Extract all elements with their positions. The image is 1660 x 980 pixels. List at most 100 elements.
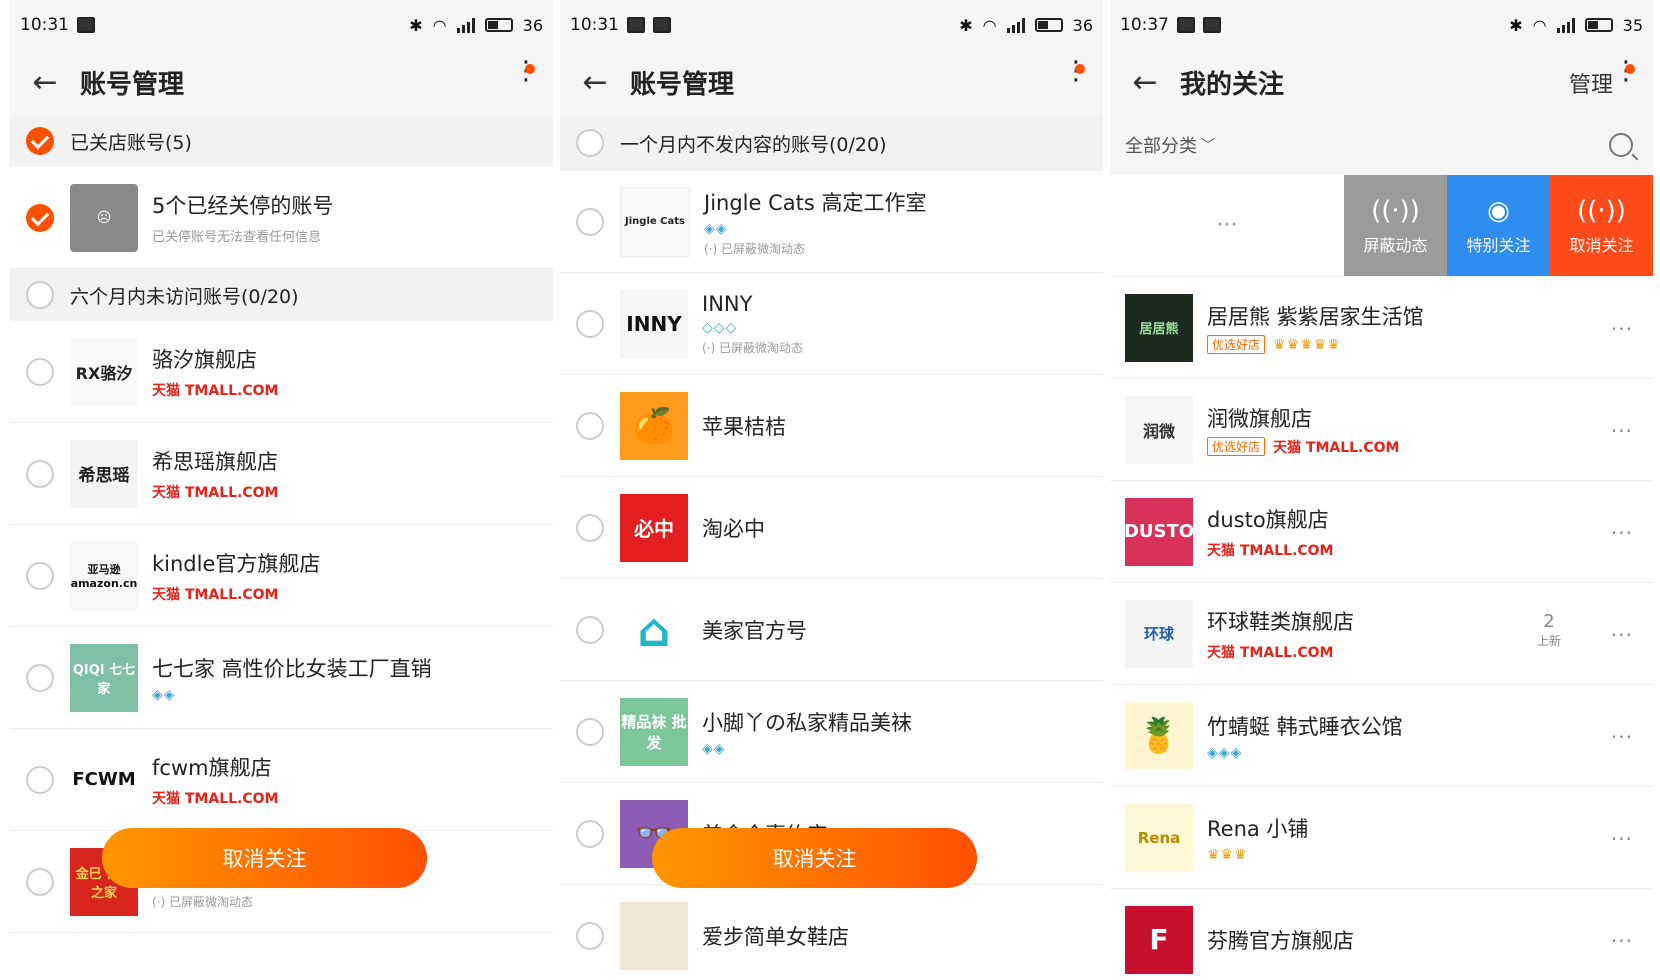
- shop-name: 苹果桔桔: [702, 414, 786, 439]
- block-updates-button[interactable]: ((·)) 屏蔽动态: [1344, 175, 1447, 276]
- row-checkbox[interactable]: [26, 459, 54, 488]
- shop-name: 竹蜻蜓 韩式睡衣公馆: [1207, 714, 1403, 739]
- group-inactive-accounts[interactable]: 六个月内未访问账号(0/20): [10, 269, 553, 321]
- tmall-badge: 天猫 TMALL.COM: [152, 790, 279, 807]
- list-item[interactable]: Jingle Cats Jingle Cats 高定工作室 ◈◈ (·) 已屏蔽微淘…: [560, 171, 1103, 273]
- row-more-icon[interactable]: ···: [1611, 317, 1633, 341]
- manage-button[interactable]: 管理: [1569, 67, 1613, 99]
- unfollow-action-button[interactable]: ((·)) 取消关注: [1550, 175, 1653, 276]
- list-item[interactable]: 亚马逊 amazon.cn kindle官方旗舰店 天猫 TMALL.COM: [10, 525, 553, 627]
- action-label: 取消关注: [1569, 235, 1634, 255]
- row-checkbox[interactable]: [26, 867, 54, 896]
- diamond-badges: ◈◈: [152, 686, 176, 703]
- list-item[interactable]: 居居熊 居居熊 紫紫居家生活馆 优选好店 ♛♛♛♛♛ ···: [1110, 277, 1653, 379]
- list-item[interactable]: 润微 润微旗舰店 优选好店 天猫 TMALL.COM ···: [1110, 379, 1653, 481]
- page-title: 账号管理: [630, 70, 735, 100]
- list-item[interactable]: 🍍 竹蜻蜓 韩式睡衣公馆 ◈◈◈ ···: [1110, 685, 1653, 787]
- shop-logo: Rena: [1125, 803, 1193, 872]
- row-checkbox[interactable]: [576, 309, 604, 338]
- list-item[interactable]: F 芬腾官方旗舰店 ···: [1110, 889, 1653, 975]
- crown-badges: ♛♛♛♛♛: [1273, 336, 1341, 353]
- shop-name: 淘必中: [702, 516, 765, 541]
- list-item[interactable]: 环球 环球鞋类旗舰店 天猫 TMALL.COM 2 上新 ···: [1110, 583, 1653, 685]
- group-checkbox[interactable]: [26, 127, 54, 155]
- shop-name: 居居熊 紫紫居家生活馆: [1207, 305, 1424, 329]
- row-checkbox[interactable]: [26, 561, 54, 590]
- shop-name: 环球鞋类旗舰店: [1207, 609, 1354, 634]
- row-checkbox[interactable]: [576, 819, 604, 848]
- action-label: 屏蔽动态: [1363, 235, 1428, 255]
- row-more-icon[interactable]: ···: [1611, 419, 1633, 443]
- shop-name: dusto旗舰店: [1207, 507, 1329, 532]
- row-checkbox[interactable]: [576, 513, 604, 542]
- row-checkbox[interactable]: [576, 615, 604, 644]
- row-checkbox[interactable]: [576, 411, 604, 440]
- special-follow-button[interactable]: ◉ 特别关注: [1447, 175, 1550, 276]
- group-no-content-accounts[interactable]: 一个月内不发内容的账号(0/20): [560, 115, 1103, 171]
- list-item[interactable]: Rena Rena 小铺 ♛♛♛ ···: [1110, 787, 1653, 889]
- shop-logo: 居居熊: [1125, 293, 1193, 362]
- row-checkbox[interactable]: [26, 357, 54, 386]
- status-time: 10:37: [1120, 15, 1169, 35]
- list-item[interactable]: RX骆汐 骆汐旗舰店 天猫 TMALL.COM: [10, 321, 553, 423]
- shop-logo: QIQI 七七家: [70, 643, 138, 712]
- back-arrow-icon[interactable]: ←: [560, 65, 630, 100]
- closed-accounts-row[interactable]: ☹ 5个已经关停的账号 已关停账号无法查看任何信息: [10, 167, 553, 269]
- category-filter[interactable]: 全部分类 ﹀: [1110, 115, 1653, 175]
- battery-icon: [1034, 18, 1063, 32]
- app-header: ← 我的关注 管理 ⋮: [1110, 50, 1653, 115]
- more-menu-icon[interactable]: ⋮: [513, 58, 539, 84]
- row-more-icon[interactable]: ···: [1110, 175, 1344, 276]
- notification-dot: [525, 64, 535, 74]
- notification-dot: [1075, 64, 1085, 74]
- shop-name: 美家官方号: [702, 618, 807, 643]
- list-item[interactable]: 精品袜 批发 小脚丫の私家精品美袜 ◈◈: [560, 681, 1103, 783]
- shop-name: 润微旗舰店: [1207, 406, 1312, 431]
- list-item[interactable]: 🍊 苹果桔桔: [560, 375, 1103, 477]
- message-icon: [653, 17, 671, 33]
- list-item[interactable]: 希思瑶 希思瑶旗舰店 天猫 TMALL.COM: [10, 423, 553, 525]
- shop-name: 芬腾官方旗舰店: [1207, 928, 1354, 953]
- group-checkbox[interactable]: [26, 281, 54, 309]
- more-menu-icon[interactable]: ⋮: [1613, 58, 1639, 84]
- group-closed-accounts[interactable]: 已关店账号(5): [10, 115, 553, 167]
- diamond-badges: ◈◈◈: [1207, 744, 1243, 761]
- list-item[interactable]: 必中 淘必中: [560, 477, 1103, 579]
- row-more-icon[interactable]: ···: [1611, 725, 1633, 749]
- shop-name: 希思瑶旗舰店: [152, 449, 278, 474]
- shop-name: 小脚丫の私家精品美袜: [702, 710, 912, 735]
- unfollow-button[interactable]: 取消关注: [652, 828, 977, 888]
- back-arrow-icon[interactable]: ←: [1110, 65, 1180, 100]
- search-icon[interactable]: [1609, 133, 1633, 157]
- new-label: 上新: [1536, 634, 1561, 648]
- row-checkbox[interactable]: [26, 203, 54, 232]
- row-checkbox[interactable]: [576, 921, 604, 950]
- row-more-icon[interactable]: ···: [1611, 521, 1633, 545]
- list-item[interactable]: QIQI 七七家 七七家 高性价比女装工厂直销 ◈◈: [10, 627, 553, 729]
- row-name: 5个已经关停的账号: [152, 194, 334, 218]
- row-more-icon[interactable]: ···: [1611, 623, 1633, 647]
- list-item[interactable]: 爱步简单女鞋店: [560, 885, 1103, 975]
- row-more-icon[interactable]: ···: [1611, 929, 1633, 953]
- shop-logo: 润微: [1125, 395, 1193, 464]
- row-checkbox[interactable]: [26, 663, 54, 692]
- swiped-row[interactable]: ··· ((·)) 屏蔽动态 ◉ 特别关注 ((·)) 取消关注: [1110, 175, 1653, 277]
- row-checkbox[interactable]: [26, 765, 54, 794]
- list-item[interactable]: FCWM fcwm旗舰店 天猫 TMALL.COM: [10, 729, 553, 831]
- image-icon: [1177, 17, 1195, 33]
- group-checkbox[interactable]: [576, 129, 604, 157]
- row-checkbox[interactable]: [576, 207, 604, 236]
- back-arrow-icon[interactable]: ←: [10, 65, 80, 100]
- group-label: 已关店账号(5): [70, 131, 192, 154]
- unfollow-button[interactable]: 取消关注: [102, 828, 427, 888]
- more-menu-icon[interactable]: ⋮: [1063, 58, 1089, 84]
- status-time: 10:31: [20, 15, 69, 35]
- list-item[interactable]: ⌂ 美家官方号: [560, 579, 1103, 681]
- blocked-hint: (·) 已屏蔽微淘动态: [702, 340, 803, 355]
- row-more-icon[interactable]: ···: [1611, 827, 1633, 851]
- row-checkbox[interactable]: [576, 717, 604, 746]
- message-icon: [77, 17, 95, 33]
- list-item[interactable]: DUSTO dusto旗舰店 天猫 TMALL.COM ···: [1110, 481, 1653, 583]
- blocked-hint: (·) 已屏蔽微淘动态: [152, 895, 253, 909]
- list-item[interactable]: INNY INNY ◇◇◇ (·) 已屏蔽微淘动态: [560, 273, 1103, 375]
